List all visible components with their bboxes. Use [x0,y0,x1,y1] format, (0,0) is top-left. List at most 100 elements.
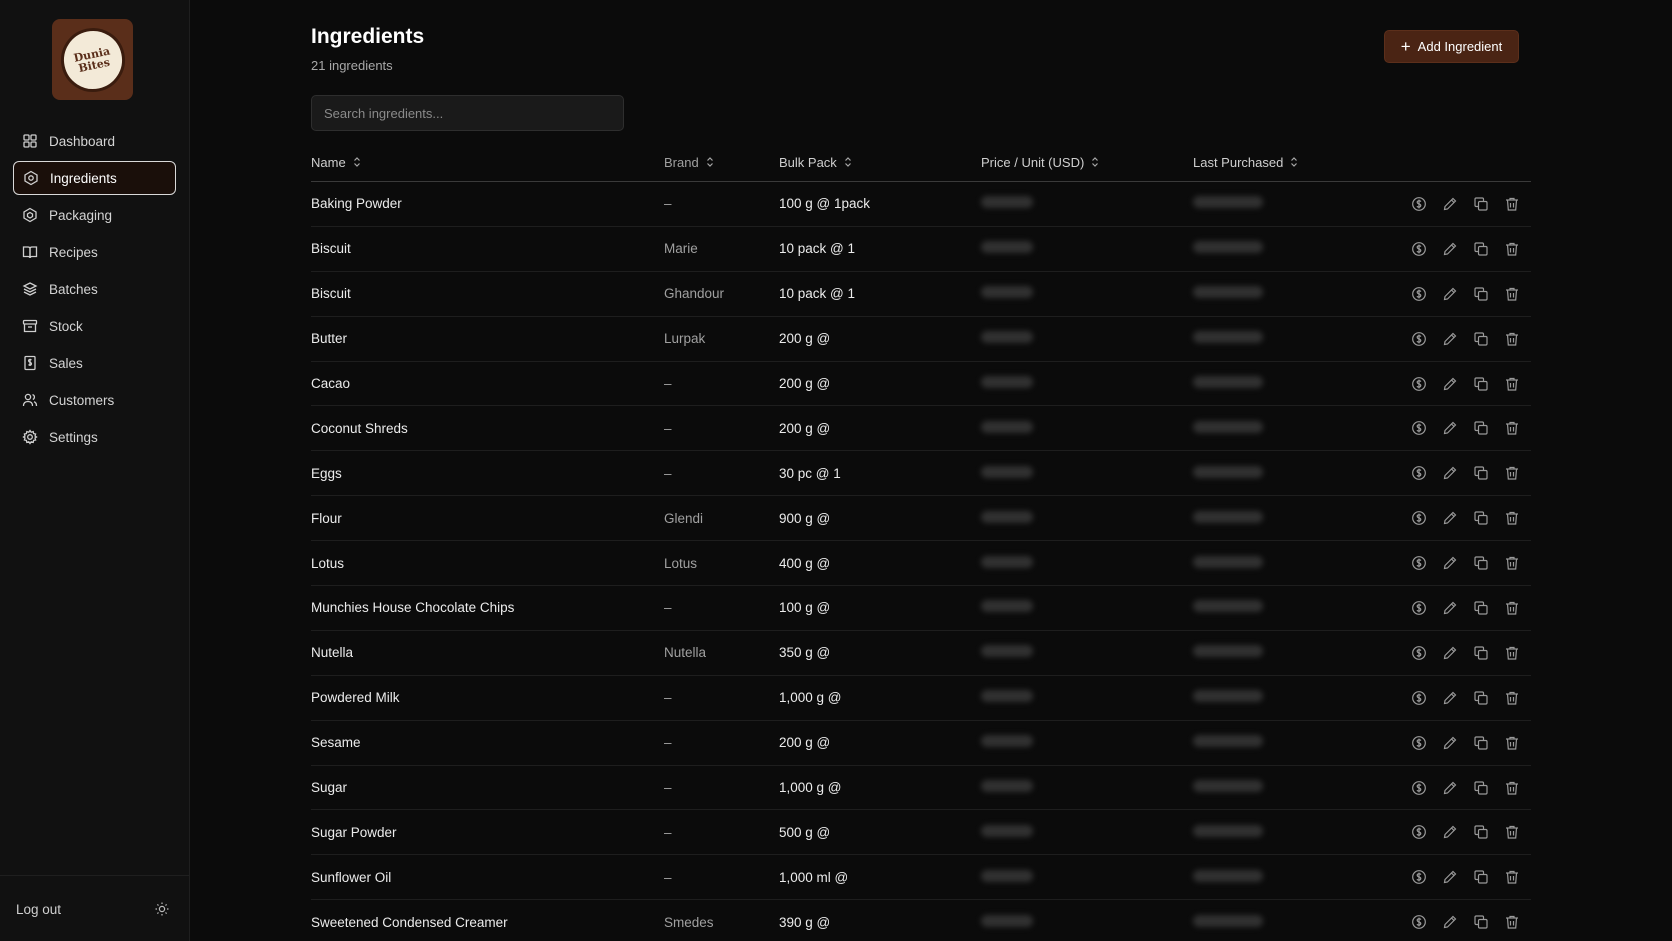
copy-icon[interactable] [1473,286,1489,302]
dollar-icon[interactable] [1411,196,1427,212]
pencil-icon[interactable] [1442,645,1458,661]
trash-icon[interactable] [1504,600,1520,616]
sidebar-item-recipes[interactable]: Recipes [13,235,176,269]
table-row[interactable]: Baking Powder – 100 g @ 1pack [311,182,1531,227]
sidebar-item-dashboard[interactable]: Dashboard [13,124,176,158]
table-row[interactable]: Biscuit Marie 10 pack @ 1 [311,227,1531,272]
table-row[interactable]: Flour Glendi 900 g @ [311,496,1531,542]
copy-icon[interactable] [1473,869,1489,885]
trash-icon[interactable] [1504,555,1520,571]
table-row[interactable]: Sugar Powder – 500 g @ [311,810,1531,856]
sidebar-item-ingredients[interactable]: Ingredients [13,161,176,195]
pencil-icon[interactable] [1442,780,1458,796]
trash-icon[interactable] [1504,465,1520,481]
trash-icon[interactable] [1504,645,1520,661]
add-ingredient-button[interactable]: + Add Ingredient [1384,30,1519,63]
table-row[interactable]: Sugar – 1,000 g @ [311,766,1531,811]
sun-icon[interactable] [154,901,170,917]
pencil-icon[interactable] [1442,690,1458,706]
table-row[interactable]: Lotus Lotus 400 g @ [311,541,1531,587]
pencil-icon[interactable] [1442,510,1458,526]
table-row[interactable]: Sunflower Oil – 1,000 ml @ [311,855,1531,901]
copy-icon[interactable] [1473,376,1489,392]
copy-icon[interactable] [1473,600,1489,616]
logout-button[interactable]: Log out [16,902,61,917]
copy-icon[interactable] [1473,645,1489,661]
sidebar-item-settings[interactable]: Settings [13,420,176,454]
pencil-icon[interactable] [1442,286,1458,302]
pencil-icon[interactable] [1442,376,1458,392]
dollar-icon[interactable] [1411,645,1427,661]
trash-icon[interactable] [1504,510,1520,526]
trash-icon[interactable] [1504,690,1520,706]
copy-icon[interactable] [1473,196,1489,212]
pencil-icon[interactable] [1442,331,1458,347]
dollar-icon[interactable] [1411,869,1427,885]
trash-icon[interactable] [1504,735,1520,751]
pencil-icon[interactable] [1442,735,1458,751]
sidebar-item-sales[interactable]: Sales [13,346,176,380]
pencil-icon[interactable] [1442,241,1458,257]
copy-icon[interactable] [1473,465,1489,481]
dollar-icon[interactable] [1411,555,1427,571]
trash-icon[interactable] [1504,241,1520,257]
trash-icon[interactable] [1504,780,1520,796]
trash-icon[interactable] [1504,914,1520,930]
copy-icon[interactable] [1473,780,1489,796]
copy-icon[interactable] [1473,914,1489,930]
dollar-icon[interactable] [1411,690,1427,706]
table-row[interactable]: Sweetened Condensed Creamer Smedes 390 g… [311,900,1531,941]
pencil-icon[interactable] [1442,600,1458,616]
trash-icon[interactable] [1504,869,1520,885]
search-input[interactable] [311,95,624,131]
pencil-icon[interactable] [1442,196,1458,212]
trash-icon[interactable] [1504,420,1520,436]
column-header-bulk-pack[interactable]: Bulk Pack [779,155,981,170]
sidebar-item-batches[interactable]: Batches [13,272,176,306]
copy-icon[interactable] [1473,690,1489,706]
column-header-name[interactable]: Name [311,155,664,170]
table-row[interactable]: Sesame – 200 g @ [311,721,1531,766]
pencil-icon[interactable] [1442,914,1458,930]
table-row[interactable]: Biscuit Ghandour 10 pack @ 1 [311,272,1531,317]
sidebar-item-packaging[interactable]: Packaging [13,198,176,232]
dollar-icon[interactable] [1411,420,1427,436]
sidebar-item-customers[interactable]: Customers [13,383,176,417]
column-header-last-purchased[interactable]: Last Purchased [1193,155,1403,170]
dollar-icon[interactable] [1411,241,1427,257]
dollar-icon[interactable] [1411,286,1427,302]
dollar-icon[interactable] [1411,331,1427,347]
copy-icon[interactable] [1473,824,1489,840]
trash-icon[interactable] [1504,376,1520,392]
copy-icon[interactable] [1473,420,1489,436]
brand-logo[interactable]: Dunia Bites [52,19,133,100]
trash-icon[interactable] [1504,824,1520,840]
dollar-icon[interactable] [1411,914,1427,930]
copy-icon[interactable] [1473,510,1489,526]
pencil-icon[interactable] [1442,465,1458,481]
copy-icon[interactable] [1473,735,1489,751]
dollar-icon[interactable] [1411,780,1427,796]
column-header-price-unit[interactable]: Price / Unit (USD) [981,155,1193,170]
table-row[interactable]: Coconut Shreds – 200 g @ [311,406,1531,452]
table-row[interactable]: Eggs – 30 pc @ 1 [311,451,1531,497]
pencil-icon[interactable] [1442,420,1458,436]
dollar-icon[interactable] [1411,735,1427,751]
pencil-icon[interactable] [1442,869,1458,885]
table-row[interactable]: Nutella Nutella 350 g @ [311,631,1531,676]
table-row[interactable]: Butter Lurpak 200 g @ [311,317,1531,362]
copy-icon[interactable] [1473,331,1489,347]
trash-icon[interactable] [1504,196,1520,212]
table-row[interactable]: Cacao – 200 g @ [311,362,1531,407]
table-row[interactable]: Munchies House Chocolate Chips – 100 g @ [311,586,1531,631]
sidebar-item-stock[interactable]: Stock [13,309,176,343]
dollar-icon[interactable] [1411,465,1427,481]
table-row[interactable]: Powdered Milk – 1,000 g @ [311,676,1531,721]
trash-icon[interactable] [1504,331,1520,347]
column-header-brand[interactable]: Brand [664,155,779,170]
copy-icon[interactable] [1473,555,1489,571]
trash-icon[interactable] [1504,286,1520,302]
dollar-icon[interactable] [1411,600,1427,616]
dollar-icon[interactable] [1411,376,1427,392]
copy-icon[interactable] [1473,241,1489,257]
